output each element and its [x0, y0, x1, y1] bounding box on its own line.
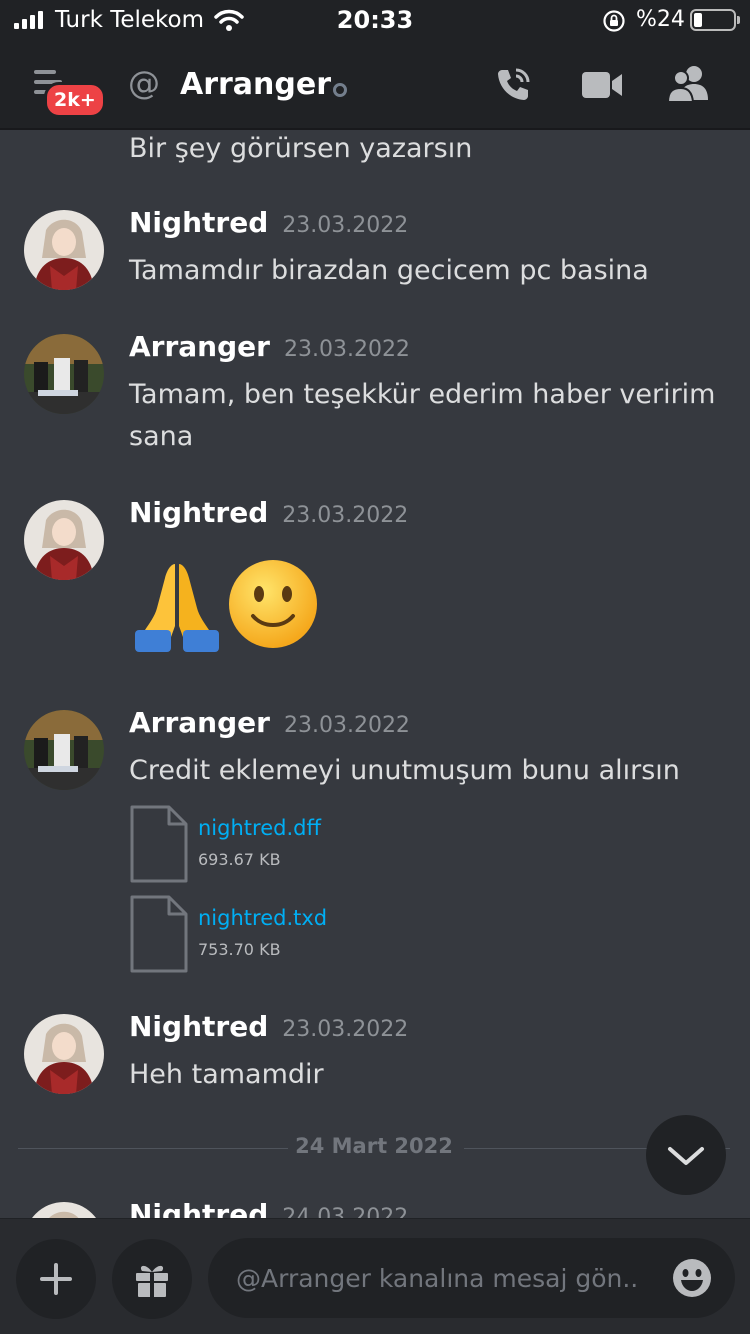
message-author[interactable]: Arranger 23.03.2022: [129, 330, 410, 363]
avatar[interactable]: [24, 710, 104, 790]
scroll-to-bottom-button[interactable]: [646, 1115, 726, 1195]
video-camera-icon[interactable]: [580, 68, 624, 102]
file-attachment[interactable]: nightred.dff 693.67 KB: [129, 804, 429, 884]
slightly-smiling-emoji: [229, 560, 317, 648]
message-date: 23.03.2022: [282, 1017, 409, 1042]
avatar[interactable]: [24, 1014, 104, 1094]
message-text: Bir şey görürsen yazarsın: [129, 133, 473, 164]
date-divider-label: 24 Mart 2022: [295, 1134, 453, 1158]
file-size: 753.70 KB: [198, 940, 281, 959]
avatar[interactable]: [24, 210, 104, 290]
avatar[interactable]: [24, 500, 104, 580]
phone-call-icon[interactable]: [492, 64, 534, 106]
folded-hands-emoji: [135, 564, 219, 652]
message-composer: [0, 1218, 750, 1334]
avatar[interactable]: [24, 334, 104, 414]
message-author[interactable]: Nightred 23.03.2022: [129, 206, 408, 239]
message-text: Tamam, ben teşekkür ederim haber veririm…: [129, 379, 716, 452]
message-author[interactable]: Arranger 23.03.2022: [129, 706, 410, 739]
avatar[interactable]: [24, 1202, 104, 1218]
message-input[interactable]: [236, 1256, 656, 1300]
gift-button[interactable]: [112, 1239, 192, 1319]
status-bar: Turk Telekom 20:33 %24: [0, 0, 750, 42]
message-author[interactable]: Nightred 23.03.2022: [129, 496, 408, 529]
message-input-container[interactable]: [208, 1238, 735, 1318]
channel-header: 2k+ @ Arranger: [0, 42, 750, 130]
at-icon: @: [128, 64, 160, 102]
message-text: Tamamdır birazdan gecicem pc basina: [129, 255, 649, 286]
file-icon: [130, 895, 188, 973]
message-date: 23.03.2022: [283, 337, 410, 362]
file-name-link[interactable]: nightred.txd: [198, 906, 327, 930]
message-date: 23.03.2022: [283, 713, 410, 738]
menu-icon: [34, 70, 56, 74]
message-author[interactable]: Nightred 24.03.2022: [129, 1198, 408, 1218]
battery-percentage: %24: [636, 7, 685, 32]
plus-icon: [40, 1263, 72, 1295]
message-text: Heh tamamdir: [129, 1059, 324, 1090]
chevron-down-icon: [668, 1147, 704, 1165]
battery-icon: [690, 9, 740, 31]
message-author[interactable]: Nightred 23.03.2022: [129, 1010, 408, 1043]
emoji-picker-icon[interactable]: [672, 1258, 712, 1298]
orientation-lock-icon: [603, 10, 625, 32]
file-size: 693.67 KB: [198, 850, 281, 869]
members-icon[interactable]: [666, 64, 712, 104]
message-date: 23.03.2022: [282, 213, 409, 238]
offline-status-icon: [333, 83, 347, 97]
file-attachment[interactable]: nightred.txd 753.70 KB: [129, 894, 429, 974]
message-text: Credit eklemeyi unutmuşum bunu alırsın: [129, 755, 680, 786]
file-name-link[interactable]: nightred.dff: [198, 816, 321, 840]
message-list[interactable]: Bir şey görürsen yazarsın Nightred 23.03.…: [0, 130, 750, 1218]
message-date: 23.03.2022: [282, 503, 409, 528]
file-icon: [130, 805, 188, 883]
add-attachment-button[interactable]: [16, 1239, 96, 1319]
channel-title[interactable]: Arranger: [180, 67, 331, 102]
gift-icon: [136, 1265, 168, 1297]
message-date: 24.03.2022: [282, 1205, 409, 1218]
unread-badge: 2k+: [44, 82, 106, 118]
